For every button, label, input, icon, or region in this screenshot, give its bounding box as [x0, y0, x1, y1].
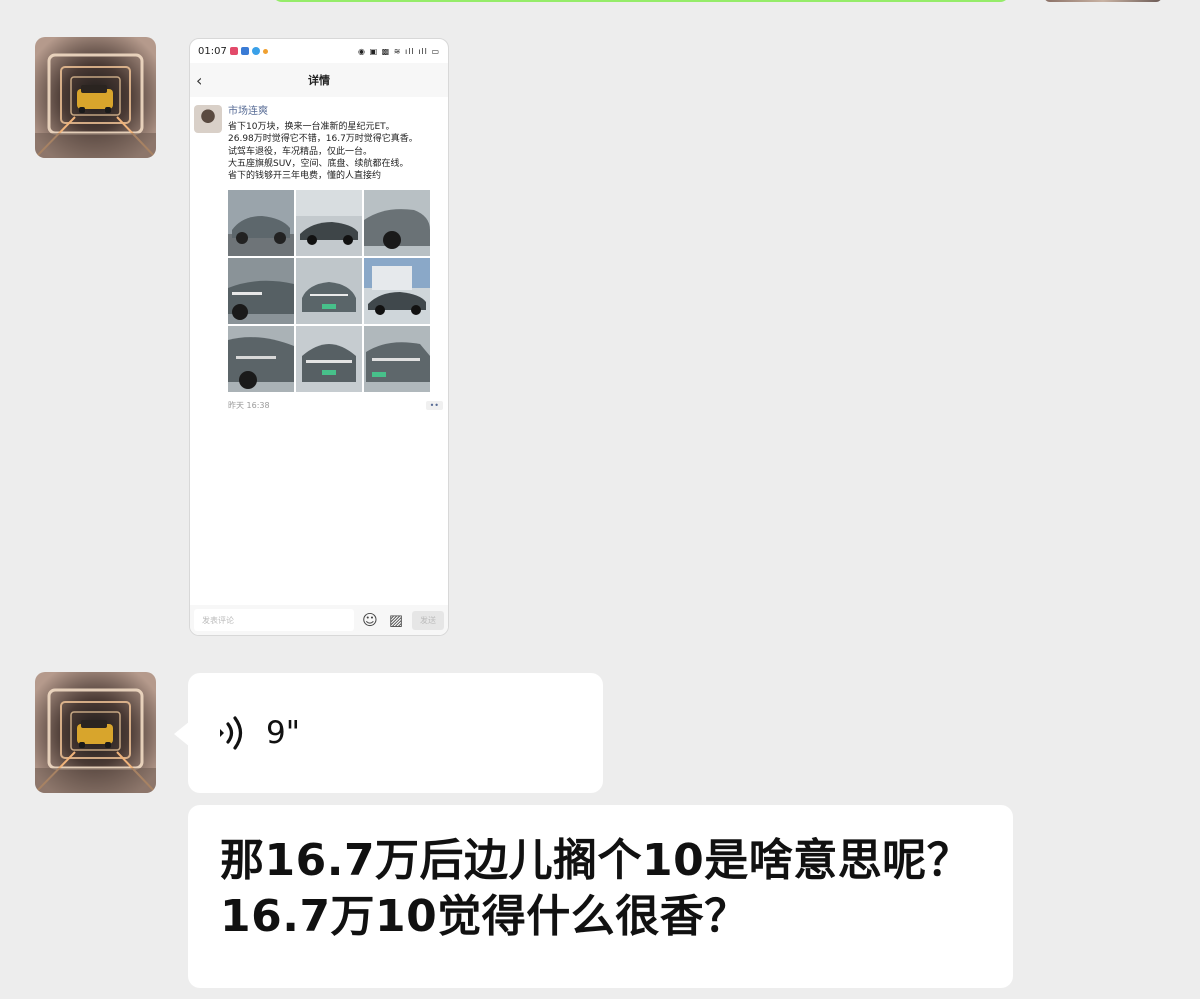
- navbar-title: 详情: [308, 74, 330, 87]
- screenshot-image-message[interactable]: 01:07 ◉ ▣ ▩ ≋ ıll ıll ▭ ‹ 详情 市场连爽 省下10万块…: [189, 38, 449, 636]
- send-button[interactable]: 发送: [412, 610, 444, 630]
- post-author-name: 市场连爽: [228, 106, 268, 117]
- image-icon[interactable]: ▨: [386, 611, 406, 629]
- voice-message-bubble[interactable]: 9": [174, 673, 603, 793]
- car-photo: [364, 326, 430, 393]
- sender-avatar[interactable]: [35, 37, 156, 158]
- post-text: 省下10万块，换来一台准新的星纪元ET。 26.98万时觉得它不错，16.7万时…: [228, 122, 418, 182]
- text-message-content: 那16.7万后边儿搁个10是啥意思呢？16.7万10觉得什么很香？: [220, 835, 972, 942]
- avatar-tunnel-car-image: [35, 37, 156, 158]
- previous-sent-message-edge: [272, 0, 1010, 2]
- car-photo: [228, 258, 294, 325]
- post-more-button[interactable]: ••: [425, 401, 443, 411]
- notification-icon: [262, 48, 268, 54]
- moments-post: 市场连爽 省下10万块，换来一台准新的星纪元ET。 26.98万时觉得它不错，1…: [190, 97, 448, 411]
- post-photo-grid: [228, 190, 433, 393]
- car-photo: [296, 326, 362, 393]
- post-author-avatar: [194, 105, 222, 133]
- emoji-icon[interactable]: ☺: [360, 611, 380, 629]
- post-time: 昨天 16:38: [228, 401, 270, 411]
- post-meta: 昨天 16:38 ••: [228, 400, 443, 411]
- comment-input[interactable]: 发表评论: [194, 609, 354, 631]
- notification-icon: [251, 47, 260, 55]
- car-photo: [364, 190, 430, 257]
- signal-battery-icons: ◉ ▣ ▩ ≋ ıll ıll ▭: [358, 46, 440, 56]
- car-photo: [296, 190, 362, 257]
- notification-icon: [240, 47, 249, 55]
- sender-avatar[interactable]: [35, 672, 156, 793]
- detail-navbar: ‹ 详情: [190, 63, 448, 97]
- comment-bar: 发表评论 ☺ ▨ 发送: [190, 605, 448, 635]
- car-photo: [296, 258, 362, 325]
- car-photo: [228, 190, 294, 257]
- voice-duration: 9": [266, 715, 300, 751]
- car-photo: [228, 326, 294, 393]
- phone-status-bar: 01:07 ◉ ▣ ▩ ≋ ıll ıll ▭: [190, 39, 448, 63]
- status-time: 01:07: [198, 45, 227, 57]
- voice-wave-icon: [220, 716, 243, 750]
- avatar-tunnel-car-image: [35, 672, 156, 793]
- back-arrow-icon[interactable]: ‹: [196, 71, 202, 90]
- previous-sender-avatar-edge: [1044, 0, 1162, 2]
- notification-icon: [229, 47, 238, 55]
- car-photo: [364, 258, 430, 325]
- text-message-bubble[interactable]: 那16.7万后边儿搁个10是啥意思呢？16.7万10觉得什么很香？: [188, 805, 1013, 988]
